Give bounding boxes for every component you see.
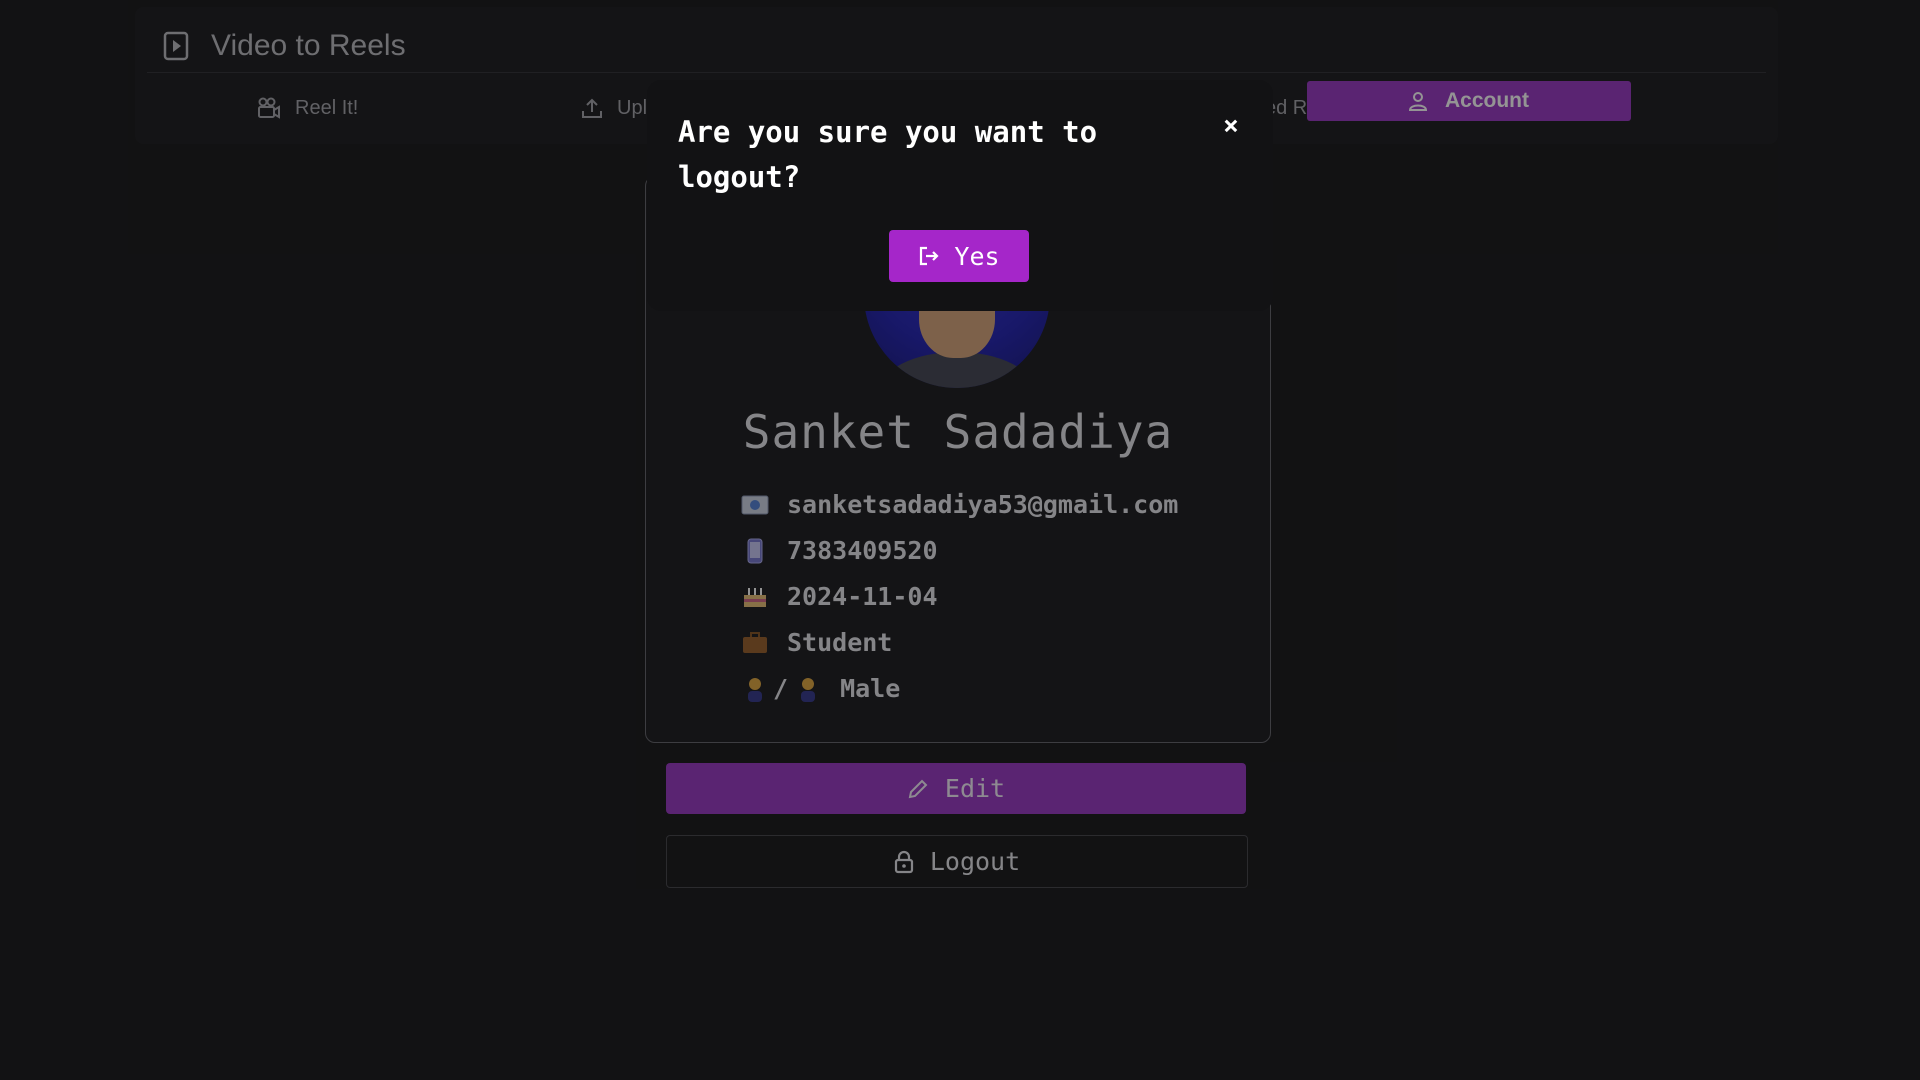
logout-icon [918,245,940,267]
close-icon[interactable]: × [1219,113,1243,139]
logout-confirm-modal: Are you sure you want to logout? × Yes [647,80,1273,311]
confirm-yes-button[interactable]: Yes [889,230,1029,282]
modal-title: Are you sure you want to logout? [678,115,1098,194]
confirm-yes-label: Yes [954,241,1000,271]
